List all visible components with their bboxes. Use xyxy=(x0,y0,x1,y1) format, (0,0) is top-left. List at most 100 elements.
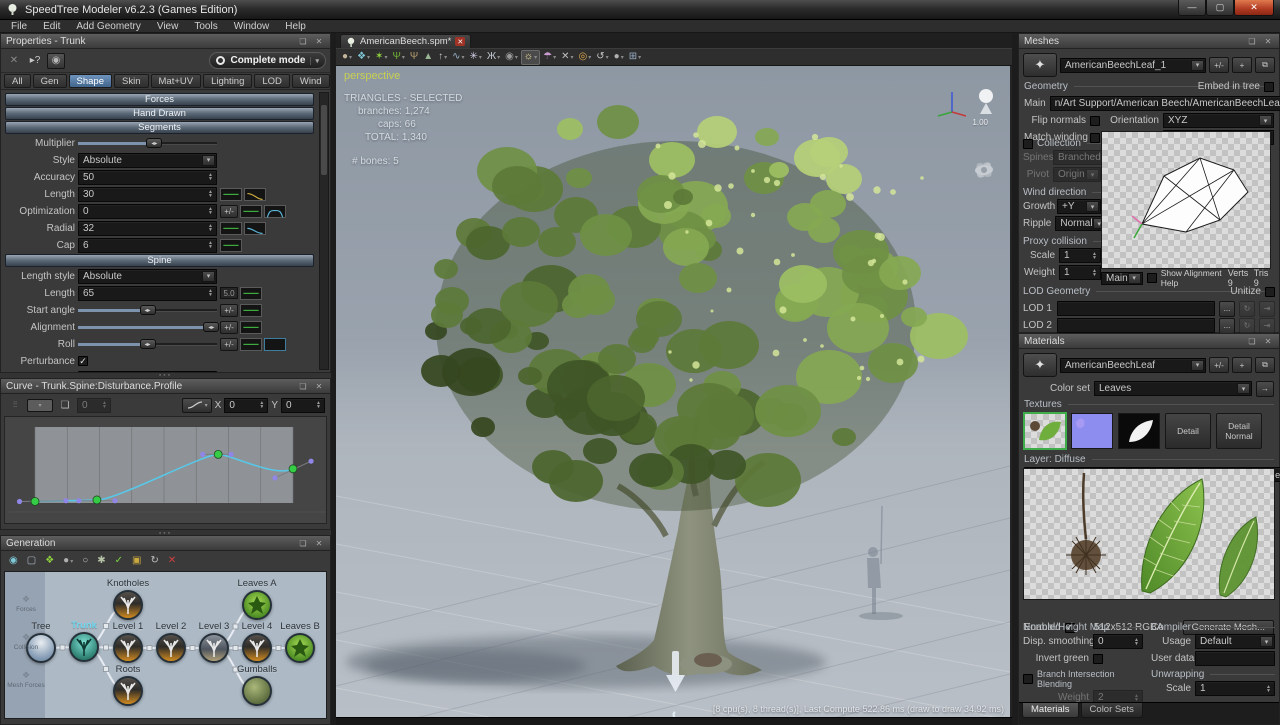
tab-shape[interactable]: Shape xyxy=(69,74,112,88)
generation-titlebar[interactable]: Generation ❏ ✕ xyxy=(1,536,330,551)
tab-gen[interactable]: Gen xyxy=(33,74,67,88)
slider-handle[interactable] xyxy=(146,138,162,148)
graph-node-roots[interactable] xyxy=(113,676,143,706)
curve-titlebar[interactable]: Curve - Trunk.Spine:Disturbance.Profile … xyxy=(1,379,330,394)
browse-button[interactable]: ... xyxy=(1219,301,1235,317)
normal-texture-thumb[interactable] xyxy=(1071,413,1113,449)
close-panel-icon[interactable]: ✕ xyxy=(313,382,325,391)
close-tab-icon[interactable]: ✕ xyxy=(455,37,465,46)
node-add-icon[interactable]: ❖ xyxy=(43,554,56,569)
meshes-titlebar[interactable]: Meshes ❏ ✕ xyxy=(1019,34,1279,49)
menu-help[interactable]: Help xyxy=(278,21,313,32)
prune-icon[interactable]: ✕▾ xyxy=(559,50,575,65)
chevron-down-icon[interactable] xyxy=(202,155,215,166)
slider-start-angle[interactable] xyxy=(78,303,217,317)
float-panel-icon[interactable]: ❏ xyxy=(1246,37,1258,46)
tab-all[interactable]: All xyxy=(4,74,31,88)
curve-thumb-blue-bump[interactable] xyxy=(264,205,286,218)
marquee-icon[interactable]: ▢ xyxy=(25,554,38,569)
light-icon[interactable]: ☼▾ xyxy=(521,50,540,65)
show-alignment-help-checkbox[interactable] xyxy=(1147,273,1157,283)
sphere-icon[interactable]: ●▾ xyxy=(61,554,75,569)
proxy-weight-spinner[interactable]: 1 xyxy=(1059,265,1101,280)
minimize-button[interactable]: — xyxy=(1178,0,1206,16)
graph-node-gumballs[interactable] xyxy=(242,676,272,706)
menu-view[interactable]: View xyxy=(150,21,186,32)
mesh-selector-dropdown[interactable]: AmericanBeechLeaf_1 xyxy=(1060,58,1206,73)
material-plusminus-button[interactable]: +/- xyxy=(1209,357,1229,373)
mesh-preview[interactable] xyxy=(1101,131,1271,269)
section-header-segments[interactable]: Segments xyxy=(5,121,314,134)
help-pick-icon[interactable]: ▸? xyxy=(26,53,44,69)
apply-color-set-icon[interactable]: → xyxy=(1256,381,1274,397)
dropdown-length-style[interactable]: Absolute xyxy=(78,269,217,284)
bottom-tab-materials[interactable]: Materials xyxy=(1022,703,1079,718)
tab-matuv[interactable]: Mat+UV xyxy=(151,74,202,88)
check-icon[interactable]: ✓ xyxy=(113,554,125,569)
chevron-down-icon[interactable] xyxy=(1191,60,1204,71)
proxy-scale-spinner[interactable]: 1 xyxy=(1059,248,1101,263)
graph-node-level-2[interactable] xyxy=(156,633,186,663)
loop-icon[interactable]: ○ xyxy=(80,554,90,569)
spinner-optimization[interactable]: 0 xyxy=(78,204,217,219)
curve-thumb-empty[interactable] xyxy=(264,338,286,351)
graph-node-level-1[interactable] xyxy=(113,633,143,663)
close-panel-icon[interactable]: ✕ xyxy=(1262,37,1274,46)
layout-icon[interactable]: ⊞▾ xyxy=(627,50,643,65)
fungus-icon[interactable]: ☂▾ xyxy=(541,50,558,65)
float-panel-icon[interactable]: ❏ xyxy=(297,382,309,391)
hand-icon[interactable]: ✱ xyxy=(95,554,107,569)
curve-index-spinner[interactable]: 0 xyxy=(77,398,111,413)
alpha-texture-thumb[interactable] xyxy=(1118,413,1160,449)
frond-icon[interactable]: Ψ▾ xyxy=(390,50,406,65)
spinner-accuracy[interactable]: 50 xyxy=(78,170,217,185)
main-mesh-path-field[interactable]: n/Art Support/American Beech/AmericanBee… xyxy=(1050,96,1280,111)
detail-normal-texture-button[interactable]: Detail Normal xyxy=(1216,413,1262,449)
float-panel-icon[interactable]: ❏ xyxy=(297,37,309,46)
curve-preset-button[interactable]: ▾ xyxy=(182,398,212,413)
hand-icon[interactable]: ✦ xyxy=(1023,353,1057,377)
hand-icon[interactable]: ✦ xyxy=(1023,53,1057,77)
dropdown-style[interactable]: Absolute xyxy=(78,153,217,168)
slider-roll[interactable] xyxy=(78,337,217,351)
graph-node-trunk[interactable] xyxy=(69,632,99,662)
float-panel-icon[interactable]: ❏ xyxy=(1246,337,1258,346)
document-tab[interactable]: AmericanBeech.spm* ✕ xyxy=(340,34,471,48)
disp-smoothing-spinner[interactable]: 0 xyxy=(1093,634,1143,649)
float-panel-icon[interactable]: ❏ xyxy=(297,539,309,548)
spinner-radial[interactable]: 32 xyxy=(78,221,217,236)
mode-dropdown-icon[interactable]: ▾ xyxy=(310,57,319,65)
plusminus-button[interactable]: +/- xyxy=(220,321,238,334)
menu-window[interactable]: Window xyxy=(227,21,277,32)
curve-plot[interactable] xyxy=(4,416,327,524)
branch-icon[interactable]: Ψ xyxy=(408,50,420,65)
complete-mode-button[interactable]: Complete mode ▾ xyxy=(209,52,326,69)
spinner-cap[interactable]: 6 xyxy=(78,238,217,253)
orientation-dropdown[interactable]: XYZ xyxy=(1163,113,1274,128)
anchor-icon[interactable]: ◎▾ xyxy=(577,50,594,65)
lock-icon[interactable]: ▣ xyxy=(130,554,143,569)
plusminus-button[interactable]: +/- xyxy=(220,304,238,317)
grow-icon[interactable]: ↑▾ xyxy=(436,50,449,65)
material-icon[interactable]: ●▾ xyxy=(340,50,354,65)
viewport-3d[interactable]: perspective TRIANGLES - SELECTEDbranches… xyxy=(336,66,1010,717)
ripple-dropdown[interactable]: Normal xyxy=(1055,216,1107,231)
growth-dropdown[interactable]: +Y xyxy=(1057,199,1101,214)
close-button[interactable]: ✕ xyxy=(1234,0,1274,16)
tab-skin[interactable]: Skin xyxy=(114,74,148,88)
graph-node-level-4[interactable] xyxy=(242,633,272,663)
leaf-icon[interactable]: ✶▾ xyxy=(373,50,389,65)
material-selector-dropdown[interactable]: AmericanBeechLeaf xyxy=(1060,358,1206,373)
spinner-length[interactable]: 65 xyxy=(78,286,217,301)
menu-tools[interactable]: Tools xyxy=(187,21,224,32)
close-panel-icon[interactable]: ✕ xyxy=(313,539,325,548)
branch-intersection-checkbox[interactable] xyxy=(1023,674,1033,684)
mesh-copy-button[interactable]: ⧉ xyxy=(1255,57,1275,73)
slider-multiplier[interactable] xyxy=(78,136,217,150)
diffuse-texture-preview[interactable] xyxy=(1023,468,1275,600)
section-header-spine[interactable]: Spine xyxy=(5,254,314,267)
lod1-path-field[interactable] xyxy=(1057,301,1215,316)
curve-thumb-blue-rise[interactable] xyxy=(264,372,286,373)
graph-node-leaves-b[interactable] xyxy=(285,633,315,663)
flip-normals-checkbox[interactable] xyxy=(1090,116,1100,126)
